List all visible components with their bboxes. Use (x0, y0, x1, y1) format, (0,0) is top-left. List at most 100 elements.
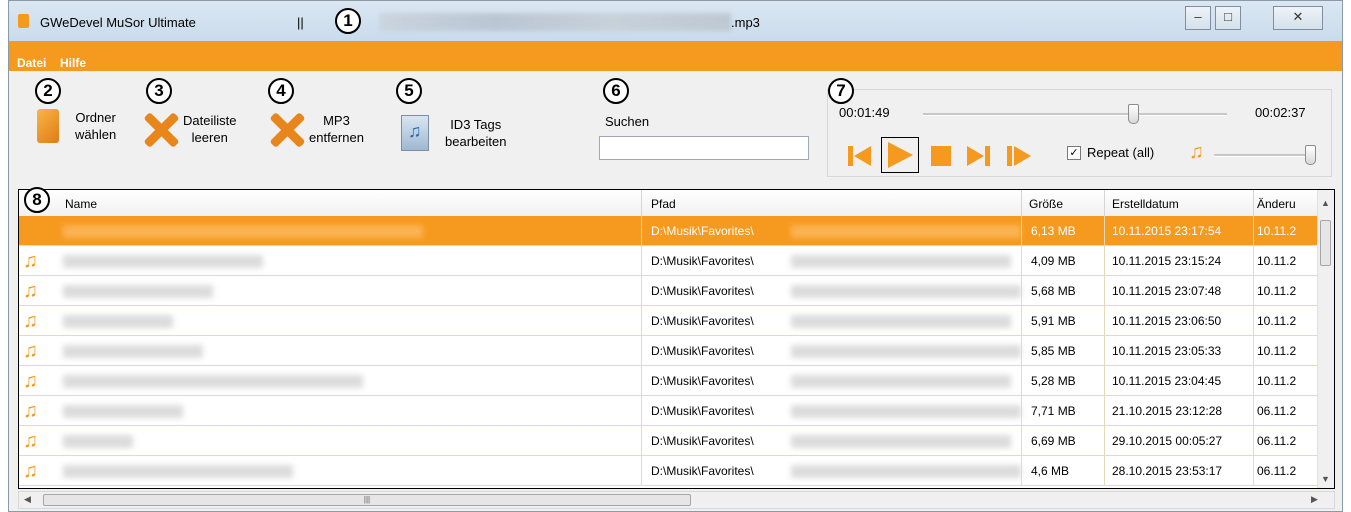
name-blurred (63, 465, 293, 478)
table-row[interactable]: ♫ D:\Musik\Favorites\ 7,71 MB 21.10.2015 23… (19, 396, 1319, 426)
scroll-right-icon[interactable]: ▶ (1311, 494, 1318, 505)
play-icon (888, 142, 913, 168)
position-slider-thumb[interactable] (1127, 104, 1139, 124)
path-blurred (791, 345, 1021, 358)
name-blurred (63, 225, 423, 238)
cell-modified: 10.11.2 (1257, 344, 1297, 358)
maximize-button[interactable]: □ (1215, 6, 1241, 30)
file-list-grid: Name Pfad Größe Erstelldatum Änderu D:\M… (18, 189, 1335, 489)
title-file-extension: .mp3 (731, 15, 760, 30)
name-blurred (63, 345, 203, 358)
elapsed-time: 00:01:49 (839, 105, 890, 120)
cell-created: 21.10.2015 23:12:28 (1112, 404, 1223, 418)
cell-modified: 10.11.2 (1257, 284, 1297, 298)
repeat-checkbox[interactable]: ✓ (1067, 146, 1081, 160)
volume-slider-track[interactable] (1214, 154, 1310, 157)
volume-slider-thumb[interactable] (1305, 145, 1316, 165)
name-blurred (63, 315, 173, 328)
callout-8: 8 (24, 187, 50, 213)
scroll-down-icon[interactable]: ▼ (1321, 474, 1330, 484)
column-name[interactable]: Name (65, 197, 97, 211)
music-note-icon: ♫ (23, 430, 38, 452)
title-separator: || (297, 15, 304, 30)
column-modified[interactable]: Änderu (1257, 197, 1296, 211)
cell-modified: 06.11.2 (1257, 464, 1297, 478)
cell-created: 10.11.2015 23:15:24 (1112, 254, 1222, 268)
scroll-left-icon[interactable]: ◀ (24, 494, 31, 505)
search-input[interactable] (599, 136, 809, 160)
name-blurred (63, 375, 363, 388)
table-row[interactable]: ♫ D:\Musik\Favorites\ 4,6 MB 28.10.2015 23:… (19, 456, 1319, 486)
music-note-icon: ♫ (23, 400, 38, 422)
path-blurred (791, 465, 1021, 478)
title-filename-blurred (379, 13, 731, 31)
cell-path: D:\Musik\Favorites\ (651, 284, 754, 298)
column-created[interactable]: Erstelldatum (1112, 197, 1179, 211)
menu-datei[interactable]: Datei (17, 56, 46, 70)
horizontal-scrollbar[interactable]: ◀ ||| ▶ (18, 491, 1335, 509)
callout-4: 4 (268, 78, 294, 104)
table-row[interactable]: ♫ D:\Musik\Favorites\ 6,69 MB 29.10.2015 00… (19, 426, 1319, 456)
choose-folder-label: Ordner wählen (75, 110, 117, 142)
table-row[interactable]: ♫ D:\Musik\Favorites\ 4,09 MB 10.11.2015 23… (19, 246, 1319, 276)
cell-path: D:\Musik\Favorites\ (651, 314, 754, 328)
cell-size: 5,28 MB (1031, 374, 1076, 388)
stop-icon[interactable] (929, 141, 953, 171)
clear-list-button[interactable]: Dateiliste leeren (141, 109, 236, 149)
table-row[interactable]: ♫ D:\Musik\Favorites\ 5,91 MB 10.11.2015 23… (19, 306, 1319, 336)
minimize-button[interactable]: – (1185, 6, 1211, 30)
next-icon[interactable] (965, 141, 993, 171)
cell-size: 4,6 MB (1031, 464, 1070, 478)
cell-created: 10.11.2015 23:04:45 (1112, 374, 1222, 388)
title-bar: GWeDevel MuSor Ultimate || .mp3 – □ ✕ (9, 1, 1342, 41)
remove-mp3-label: MP3 entfernen (309, 113, 364, 145)
cell-created: 10.11.2015 23:06:50 (1112, 314, 1222, 328)
position-slider-track[interactable] (923, 113, 1227, 116)
callout-7: 7 (828, 78, 854, 104)
app-window: GWeDevel MuSor Ultimate || .mp3 – □ ✕ 1 … (8, 0, 1343, 512)
menu-hilfe[interactable]: Hilfe (60, 56, 86, 70)
play-button[interactable] (881, 137, 919, 173)
cell-size: 6,13 MB (1031, 224, 1076, 238)
callout-6: 6 (603, 78, 629, 104)
cell-created: 10.11.2015 23:07:48 (1112, 284, 1222, 298)
column-path[interactable]: Pfad (651, 197, 676, 211)
column-size[interactable]: Größe (1029, 197, 1063, 211)
edit-id3-button[interactable]: ID3 Tags bearbeiten (401, 115, 506, 151)
cell-path: D:\Musik\Favorites\ (651, 254, 754, 268)
choose-folder-button[interactable]: Ordner wählen (37, 109, 116, 143)
previous-icon[interactable] (845, 141, 873, 171)
music-note-icon: ♫ (23, 250, 38, 272)
table-row[interactable]: ♫ D:\Musik\Favorites\ 5,68 MB 10.11.2015 23… (19, 276, 1319, 306)
vertical-scroll-thumb[interactable] (1320, 220, 1331, 266)
scroll-up-icon[interactable]: ▲ (1321, 198, 1330, 208)
cell-modified: 06.11.2 (1257, 434, 1297, 448)
callout-5: 5 (396, 78, 422, 104)
window-title: GWeDevel MuSor Ultimate (40, 15, 196, 30)
skip-icon[interactable] (1005, 141, 1033, 171)
music-note-icon: ♫ (23, 310, 38, 332)
cell-modified: 06.11.2 (1257, 404, 1297, 418)
horizontal-scroll-thumb[interactable]: ||| (43, 494, 691, 506)
table-row[interactable]: ♫ D:\Musik\Favorites\ 5,28 MB 10.11.2015 23… (19, 366, 1319, 396)
music-note-icon: ♫ (23, 340, 38, 362)
remove-mp3-button[interactable]: MP3 entfernen (267, 109, 364, 149)
path-blurred (791, 435, 1011, 448)
path-blurred (791, 405, 1021, 418)
music-note-icon: ♫ (23, 460, 38, 482)
cell-size: 5,85 MB (1031, 344, 1076, 358)
id3-icon (401, 115, 429, 151)
table-row[interactable]: D:\Musik\Favorites\ 6,13 MB 10.11.2015 23:… (19, 216, 1319, 246)
name-blurred (63, 285, 213, 298)
close-button[interactable]: ✕ (1273, 6, 1323, 30)
cell-modified: 10.11.2 (1257, 254, 1297, 268)
name-blurred (63, 435, 133, 448)
table-row[interactable]: ♫ D:\Musik\Favorites\ 5,85 MB 10.11.2015 23… (19, 336, 1319, 366)
volume-note-icon: ♫ (1189, 141, 1204, 163)
music-note-icon: ♫ (23, 280, 38, 302)
clear-list-label: Dateiliste leeren (183, 113, 237, 145)
vertical-scrollbar[interactable]: ▲ ▼ (1317, 190, 1334, 488)
cell-path: D:\Musik\Favorites\ (651, 344, 754, 358)
path-blurred (791, 255, 1011, 268)
cell-size: 6,69 MB (1031, 434, 1076, 448)
